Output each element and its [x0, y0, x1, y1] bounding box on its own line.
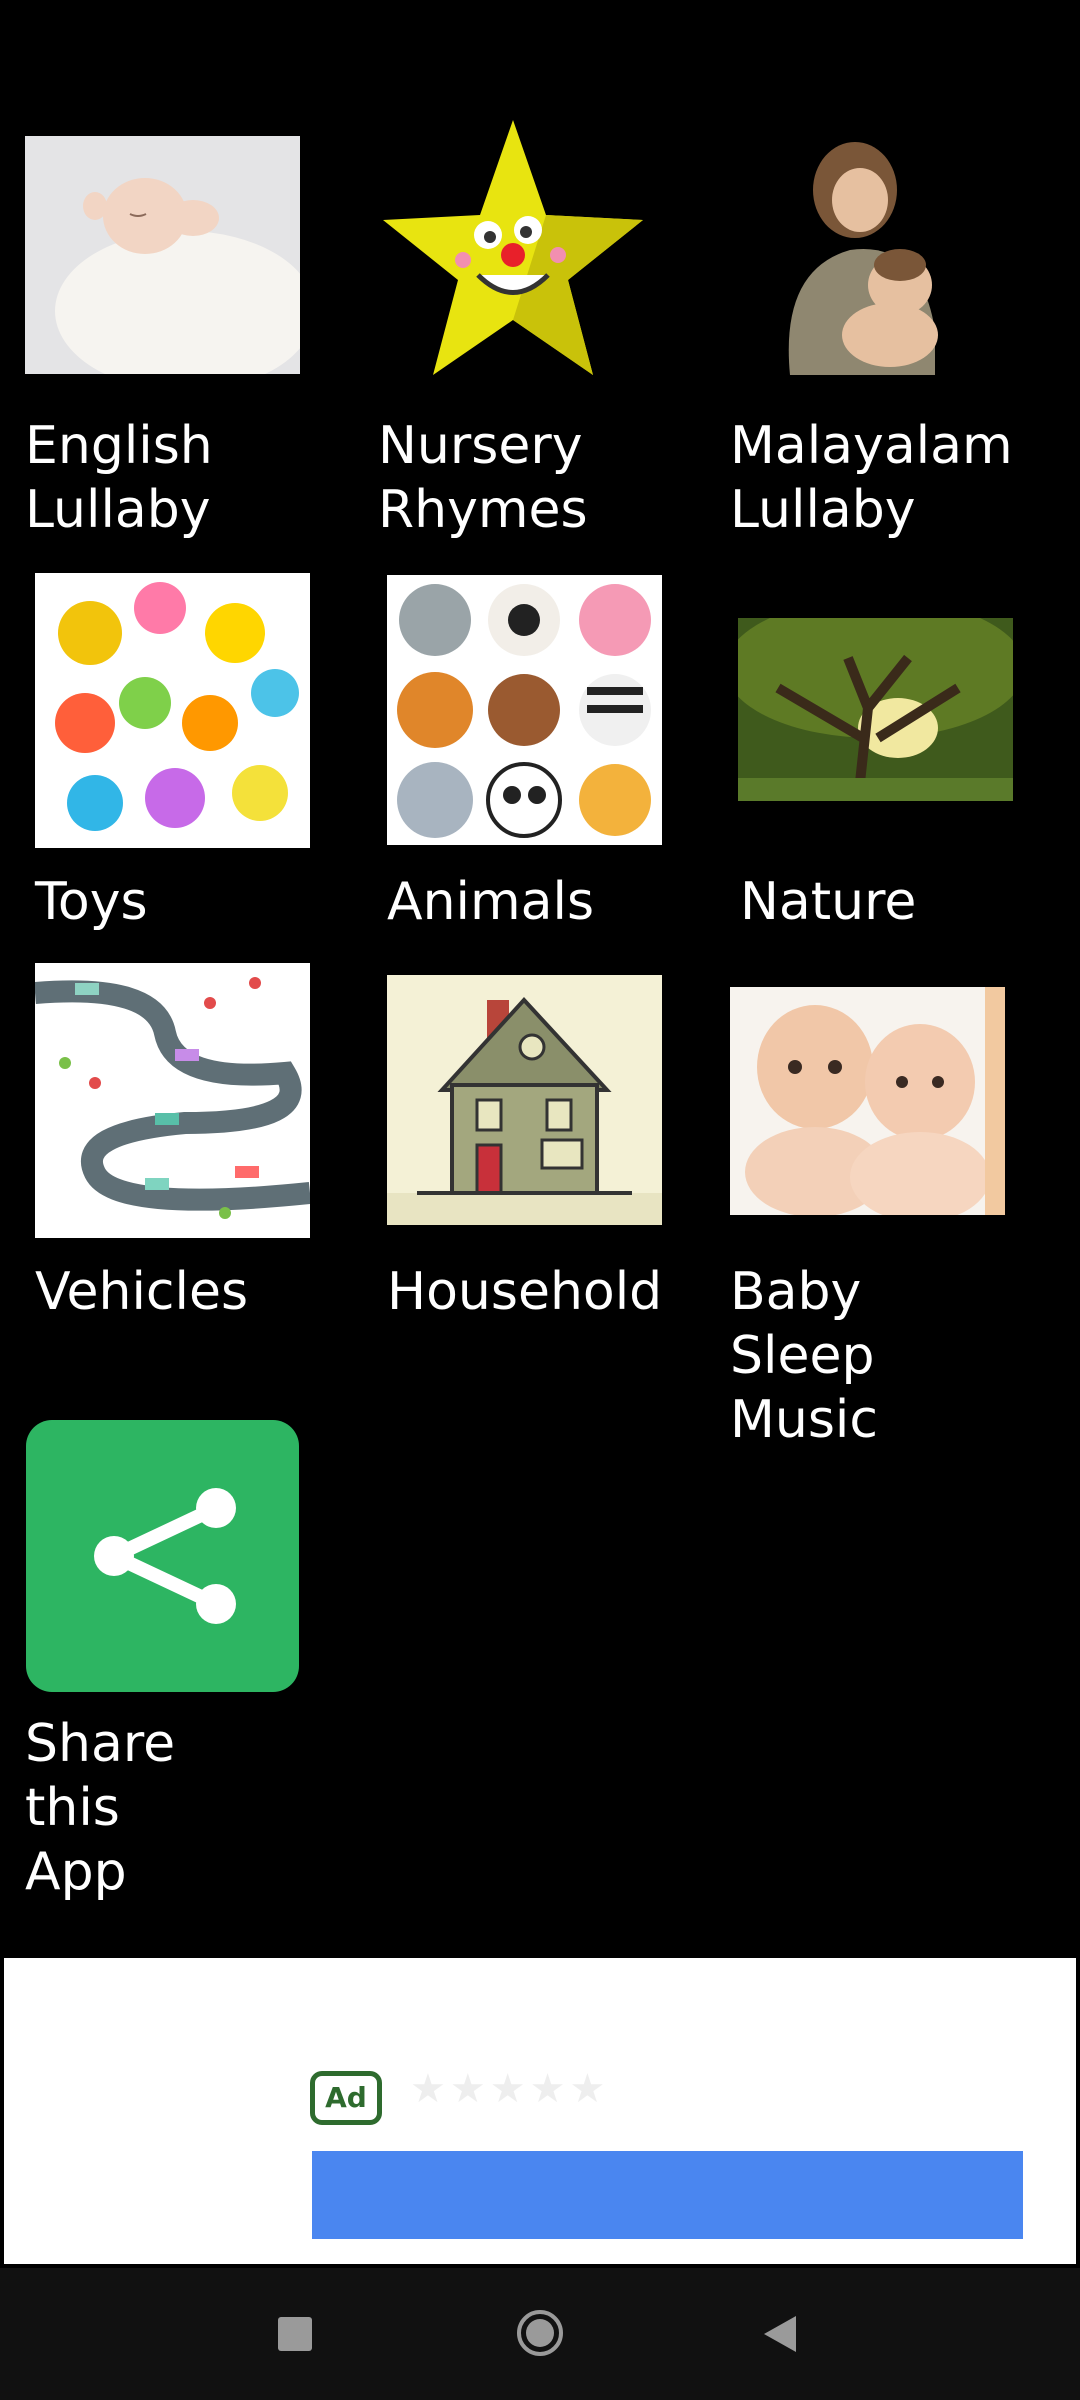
vehicles-image	[35, 963, 310, 1238]
ad-badge: Ad	[310, 2071, 382, 2125]
babies-image	[730, 987, 1005, 1215]
english-lullaby-image	[25, 136, 300, 374]
tile-label: Vehicles	[35, 1262, 249, 1322]
tile-label: Toys	[35, 872, 148, 932]
tile-label: Baby Sleep Music	[730, 1262, 878, 1450]
toys-image	[35, 573, 310, 848]
ad-rating-stars: ★★★★★	[410, 2066, 610, 2112]
recent-apps-icon[interactable]	[278, 2317, 312, 2351]
star-character-icon	[378, 115, 648, 395]
share-icon	[26, 1420, 299, 1692]
tile-label: English Lullaby	[25, 416, 213, 540]
ad-cta-button[interactable]	[312, 2151, 1023, 2239]
nature-image	[738, 618, 1013, 801]
tile-label: Nature	[740, 872, 917, 932]
tile-label: Animals	[387, 872, 595, 932]
home-icon[interactable]	[515, 2308, 565, 2358]
tile-label: Share this App	[25, 1714, 176, 1902]
tile-label: Malayalam Lullaby	[730, 416, 1013, 540]
tile-label: Nursery Rhymes	[378, 416, 588, 540]
app-screen: English Lullaby Nursery Rhymes Malayalam…	[0, 0, 1080, 2400]
tile-label: Household	[387, 1262, 663, 1322]
back-icon[interactable]	[762, 2314, 798, 2354]
animals-image	[387, 575, 662, 845]
mother-baby-image	[770, 130, 960, 375]
house-image	[387, 975, 662, 1225]
system-nav-bar	[0, 2268, 1080, 2400]
